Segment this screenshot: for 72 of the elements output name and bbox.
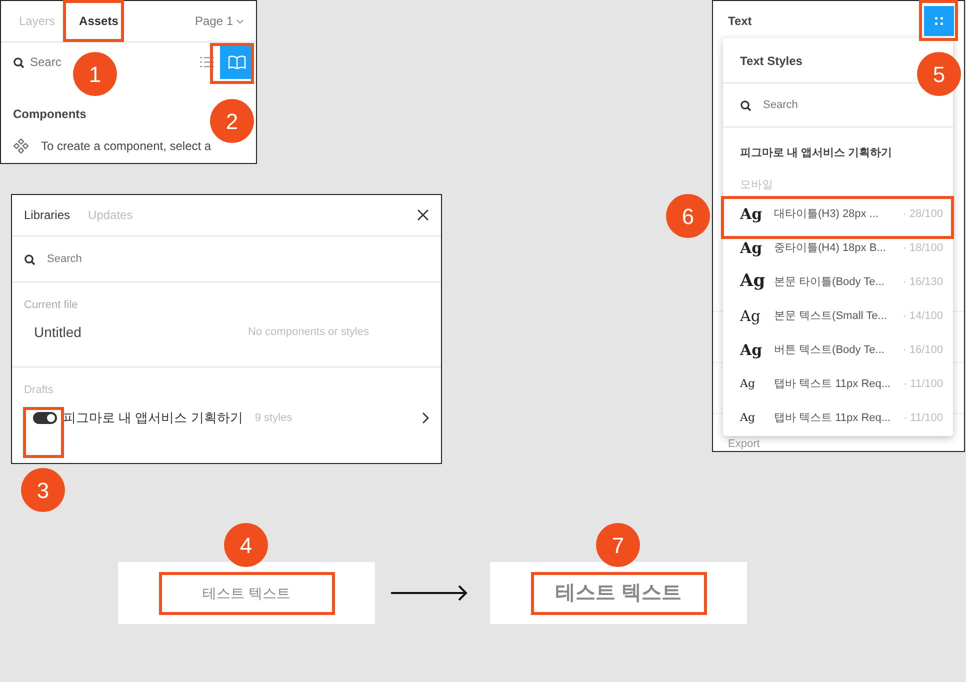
search-field[interactable]: Search [47,250,127,268]
search-icon [740,100,751,110]
step-number: 6 [666,194,710,238]
library-title: 피그마로 내 앱서비스 기획하기 [739,146,894,161]
style-sample: Ag [740,238,762,259]
panel-title: Text [728,13,752,30]
sample-text: 테스트 텍스트 [556,581,682,606]
panel-tab[interactable]: Assets [79,12,118,30]
style-spec: · 16/130 [902,274,944,290]
style-name: 탭바 텍스트 11px Req... [774,376,891,392]
style-item[interactable]: Ag 버튼 텍스트(Body Te... · 16/100 [723,333,953,367]
style-item[interactable]: Ag 본문 텍스트(Small Te... · 14/100 [723,299,953,333]
library-name: 피그마로 내 앱서비스 기획하기 [63,409,243,428]
style-sample: Ag [740,410,756,426]
style-name: 본문 텍스트(Small Te... [774,308,887,324]
step-number: 4 [224,523,268,567]
grid-icon [935,17,943,25]
style-item[interactable]: Ag 탭바 텍스트 11px Req... · 11/100 [723,367,953,401]
file-status: No components or styles [248,325,369,340]
style-spec: · 11/100 [903,376,944,392]
section-heading: Drafts [23,382,54,398]
list-icon [200,56,214,68]
section-title: Components [13,107,86,121]
style-sample: Ag [740,306,762,327]
search-icon [13,56,24,68]
highlight-frame [919,0,958,41]
highlight-frame [63,0,124,42]
highlight-frame [23,407,64,458]
style-spec: · 14/100 [902,308,944,324]
section-heading: Current file [23,298,79,313]
style-name: 중타이틀(H4) 18px B... [774,240,886,256]
style-spec: · 18/100 [902,240,944,256]
open-library-button[interactable] [422,412,429,424]
close-icon [417,209,429,221]
arrow-icon [391,585,469,601]
style-spec: · 11/100 [903,410,944,426]
style-sample: Ag [740,340,762,361]
file-name: Untitled [34,323,82,342]
section-label: Export [728,438,760,451]
search-field[interactable]: Search [763,96,843,114]
chevron-down-icon [236,18,244,24]
search-icon [24,254,35,264]
book-icon [228,55,246,69]
close-button[interactable] [417,209,429,221]
component-icon [13,138,29,154]
style-name: 대타이틀(H3) 28px ... [774,206,879,222]
sample-text: 테스트 텍스트 [202,584,290,602]
style-count: 9 styles [254,410,292,426]
chevron-right-icon [422,412,429,424]
style-sample: Ag [740,376,756,392]
step-number: 3 [21,468,65,512]
highlight-frame [210,43,254,84]
toggle-switch[interactable] [33,412,57,424]
style-item[interactable]: Ag 탭바 텍스트 11px Req... · 11/100 [723,401,953,435]
style-name: 본문 타이틀(Body Te... [774,274,884,290]
style-sample: Ag [740,204,762,225]
page-name: Page 1 [194,13,233,30]
dialog-tab[interactable]: Libraries [24,206,70,224]
style-item[interactable]: Ag 대타이틀(H3) 28px ... · 28/100 [723,197,953,231]
style-item[interactable]: Ag 중타이틀(H4) 18px B... · 18/100 [723,231,953,265]
style-spec: · 28/100 [902,206,944,222]
dropdown-title: Text Styles [740,54,802,68]
style-name: 탭바 텍스트 11px Req... [774,410,891,426]
search-field[interactable]: Searc [30,53,64,71]
style-spec: · 16/100 [902,342,944,358]
hint-text: To create a component, select a [41,138,212,155]
step-number: 7 [596,523,640,567]
style-name: 버튼 텍스트(Body Te... [774,342,884,358]
page-menu[interactable]: Page 1 [194,12,244,30]
styles-button[interactable] [924,6,954,36]
style-item[interactable]: Ag 본문 타이틀(Body Te... · 16/130 [723,265,953,299]
group-label: 모바일 [739,178,774,192]
